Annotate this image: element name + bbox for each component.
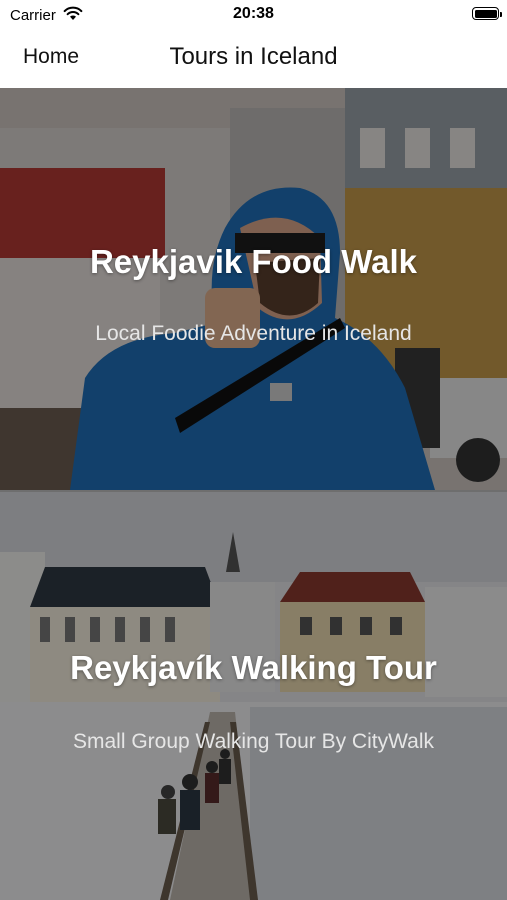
battery-icon bbox=[472, 7, 502, 20]
tour-title: Reykjavik Food Walk bbox=[89, 243, 418, 280]
image-overlay bbox=[0, 88, 507, 490]
status-bar: Carrier 20:38 bbox=[0, 0, 507, 32]
image-overlay bbox=[0, 492, 507, 900]
status-time: 20:38 bbox=[233, 5, 274, 22]
tour-card-walking-tour[interactable]: Reykjavík Walking Tour Small Group Walki… bbox=[0, 492, 507, 900]
tour-subtitle: Local Foodie Adventure in Iceland bbox=[95, 322, 412, 345]
navigation-bar: Home Tours in Iceland bbox=[0, 32, 507, 88]
tour-card-food-walk[interactable]: Reykjavik Food Walk Local Foodie Adventu… bbox=[0, 88, 507, 490]
tour-title: Reykjavík Walking Tour bbox=[70, 649, 437, 686]
page-title: Tours in Iceland bbox=[169, 43, 338, 70]
tour-subtitle: Small Group Walking Tour By CityWalk bbox=[73, 730, 434, 753]
